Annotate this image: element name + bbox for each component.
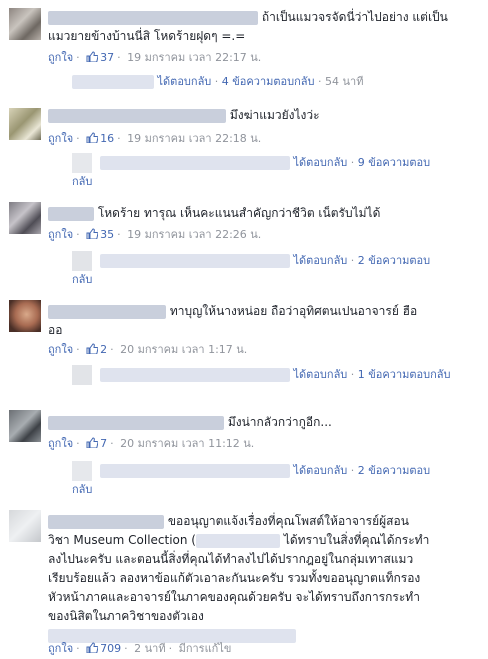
like-count[interactable]: 37 — [100, 51, 114, 64]
comment-text: มึงน่ากลัวกว่ากูอีก... — [48, 413, 332, 432]
comment-text: ถ้าเป็นแมวจรจัดนี่ว่าไปอย่าง แต่เป็น แมว… — [48, 10, 448, 43]
like-button[interactable]: ถูกใจ — [48, 343, 73, 356]
comment-timestamp[interactable]: 19 มกราคม เวลา 22:18 น. — [127, 132, 261, 145]
thumbs-up-icon — [86, 132, 99, 143]
comment-meta: ถูกใจ · 7 · 20 มกราคม เวลา 11:12 น. — [48, 437, 255, 450]
redacted-author-name[interactable] — [48, 415, 224, 430]
thumbs-up-icon — [86, 437, 99, 448]
comment-text: โหดร้าย ทารุณ เห็นคะแนนสำคัญกว่าชีวิต เน… — [48, 204, 380, 223]
redacted-author-name[interactable] — [48, 206, 94, 221]
reply-summary[interactable]: ได้ตอบกลับ · 1 ข้อความตอบกลับ — [72, 365, 451, 385]
comment-meta: ถูกใจ · 37 · 19 มกราคม เวลา 22:17 น. — [48, 51, 262, 64]
reply-avatar — [72, 251, 92, 271]
like-count[interactable]: 709 — [100, 642, 121, 655]
thumbs-up-icon — [86, 642, 99, 653]
redacted-author-name[interactable] — [48, 10, 258, 25]
commenter-avatar[interactable] — [9, 300, 41, 332]
comment-meta: ถูกใจ · 35 · 19 มกราคม เวลา 22:26 น. — [48, 228, 262, 241]
like-button[interactable]: ถูกใจ — [48, 51, 73, 64]
reply-summary[interactable]: ได้ตอบกลับ · 4 ข้อความตอบกลับ · 54 นาที — [72, 72, 363, 91]
redacted-reply-author — [100, 254, 290, 268]
reply-summary[interactable]: ได้ตอบกลับ · 9 ข้อความตอบ กลับ — [72, 153, 430, 191]
comment-timestamp[interactable]: 2 นาที — [134, 642, 165, 655]
thumbs-up-icon — [86, 228, 99, 239]
like-button[interactable]: ถูกใจ — [48, 642, 73, 655]
redacted-reply-author — [100, 156, 290, 170]
thumbs-up-icon — [86, 51, 99, 62]
like-button[interactable]: ถูกใจ — [48, 228, 73, 241]
commenter-avatar[interactable] — [9, 108, 41, 140]
commenter-avatar[interactable] — [9, 410, 41, 442]
redacted-reply-author — [100, 464, 290, 478]
redacted-author-name[interactable] — [48, 108, 226, 123]
reply-avatar — [72, 461, 92, 481]
like-count[interactable]: 35 — [100, 228, 114, 241]
redacted-author-name[interactable] — [48, 514, 164, 529]
comment-text: มึงฆ่าแมวยังไงว่ะ — [48, 106, 320, 125]
like-button[interactable]: ถูกใจ — [48, 132, 73, 145]
edited-label[interactable]: มีการแก้ไข — [179, 642, 232, 655]
comment-timestamp[interactable]: 19 มกราคม เวลา 22:17 น. — [127, 51, 261, 64]
comment-text: ขออนุญาตแจ้งเรื่องที่คุณโพสต์ให้อาจารย์ผ… — [48, 512, 429, 645]
redacted-tag[interactable] — [196, 533, 280, 548]
reply-avatar — [72, 365, 92, 385]
comment-timestamp[interactable]: 20 มกราคม เวลา 11:12 น. — [120, 437, 254, 450]
comment-text: ทาบุญให้นางหน่อย ถือว่าอุทิศตนเปนอาจารย์… — [48, 304, 418, 337]
like-count[interactable]: 7 — [100, 437, 107, 450]
comment-timestamp[interactable]: 19 มกราคม เวลา 22:26 น. — [127, 228, 261, 241]
comment-meta: ถูกใจ · 16 · 19 มกราคม เวลา 22:18 น. — [48, 132, 262, 145]
commenter-avatar[interactable] — [9, 8, 41, 40]
like-count[interactable]: 16 — [100, 132, 114, 145]
comment-meta: ถูกใจ · 709 · 2 นาที · มีการแก้ไข — [48, 642, 232, 655]
reply-summary[interactable]: ได้ตอบกลับ · 2 ข้อความตอบ กลับ — [72, 461, 430, 499]
comment-timestamp[interactable]: 20 มกราคม เวลา 1:17 น. — [120, 343, 247, 356]
thumbs-up-icon — [86, 343, 99, 354]
commenter-avatar[interactable] — [9, 510, 41, 542]
redacted-author-name[interactable] — [48, 304, 166, 319]
comment-meta: ถูกใจ · 2 · 20 มกราคม เวลา 1:17 น. — [48, 343, 248, 356]
like-button[interactable]: ถูกใจ — [48, 437, 73, 450]
reply-summary[interactable]: ได้ตอบกลับ · 2 ข้อความตอบ กลับ — [72, 251, 430, 289]
redacted-reply-author — [72, 75, 154, 89]
redacted-reply-author — [100, 368, 290, 382]
like-count[interactable]: 2 — [100, 343, 107, 356]
commenter-avatar[interactable] — [9, 202, 41, 234]
reply-avatar — [72, 153, 92, 173]
